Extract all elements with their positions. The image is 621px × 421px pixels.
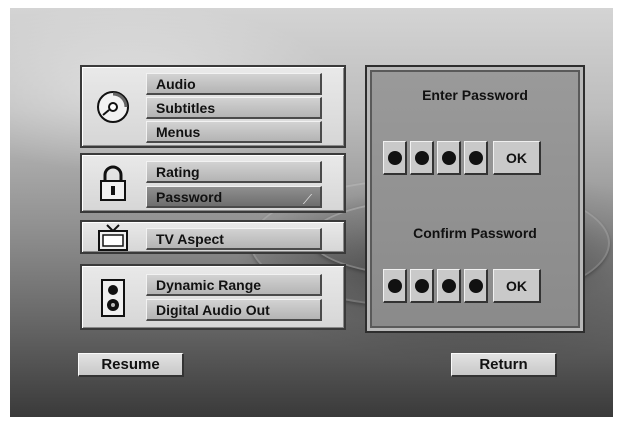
enter-password-digit[interactable] xyxy=(437,141,461,175)
speaker-icon xyxy=(90,278,136,318)
parental-settings-panel: Rating Password xyxy=(80,153,346,213)
enter-password-digit[interactable] xyxy=(410,141,434,175)
audio-menu-button[interactable]: Audio xyxy=(146,73,322,95)
confirm-password-digit[interactable] xyxy=(437,269,461,303)
audio-output-panel: Dynamic Range Digital Audio Out xyxy=(80,264,346,330)
menus-menu-button[interactable]: Menus xyxy=(146,121,322,143)
password-menu-button[interactable]: Password xyxy=(146,186,322,208)
masked-digit-icon xyxy=(414,278,429,293)
dynamic-range-menu-button[interactable]: Dynamic Range xyxy=(146,274,322,296)
masked-digit-icon xyxy=(441,278,456,293)
enter-password-digit[interactable] xyxy=(464,141,488,175)
confirm-password-label: Confirm Password xyxy=(413,225,537,241)
enter-password-ok-button[interactable]: OK xyxy=(493,141,541,175)
disc-icon xyxy=(90,87,136,127)
resume-button[interactable]: Resume xyxy=(78,353,184,377)
tv-settings-panel: TV Aspect xyxy=(80,220,346,254)
enter-password-label: Enter Password xyxy=(422,87,528,103)
subtitles-menu-button[interactable]: Subtitles xyxy=(146,97,322,119)
lock-icon xyxy=(90,163,136,203)
confirm-password-digit[interactable] xyxy=(410,269,434,303)
password-menu-label: Password xyxy=(156,189,223,205)
digital-audio-out-menu-button[interactable]: Digital Audio Out xyxy=(146,299,322,321)
masked-digit-icon xyxy=(387,278,402,293)
masked-digit-icon xyxy=(414,150,429,165)
rating-menu-button[interactable]: Rating xyxy=(146,161,322,183)
confirm-password-ok-button[interactable]: OK xyxy=(493,269,541,303)
masked-digit-icon xyxy=(468,278,483,293)
masked-digit-icon xyxy=(441,150,456,165)
tv-aspect-menu-button[interactable]: TV Aspect xyxy=(146,228,322,250)
dvd-setup-screen: Audio Subtitles Menus Rating Password TV… xyxy=(10,8,613,417)
return-button[interactable]: Return xyxy=(451,353,557,377)
tv-icon xyxy=(90,218,136,258)
selection-arrow-icon xyxy=(302,194,322,204)
masked-digit-icon xyxy=(387,150,402,165)
enter-password-digit[interactable] xyxy=(383,141,407,175)
disc-settings-panel: Audio Subtitles Menus xyxy=(80,65,346,148)
confirm-password-digit[interactable] xyxy=(383,269,407,303)
confirm-password-digit[interactable] xyxy=(464,269,488,303)
masked-digit-icon xyxy=(468,150,483,165)
password-entry-panel: Enter Password OK Confirm Password OK xyxy=(365,65,585,333)
